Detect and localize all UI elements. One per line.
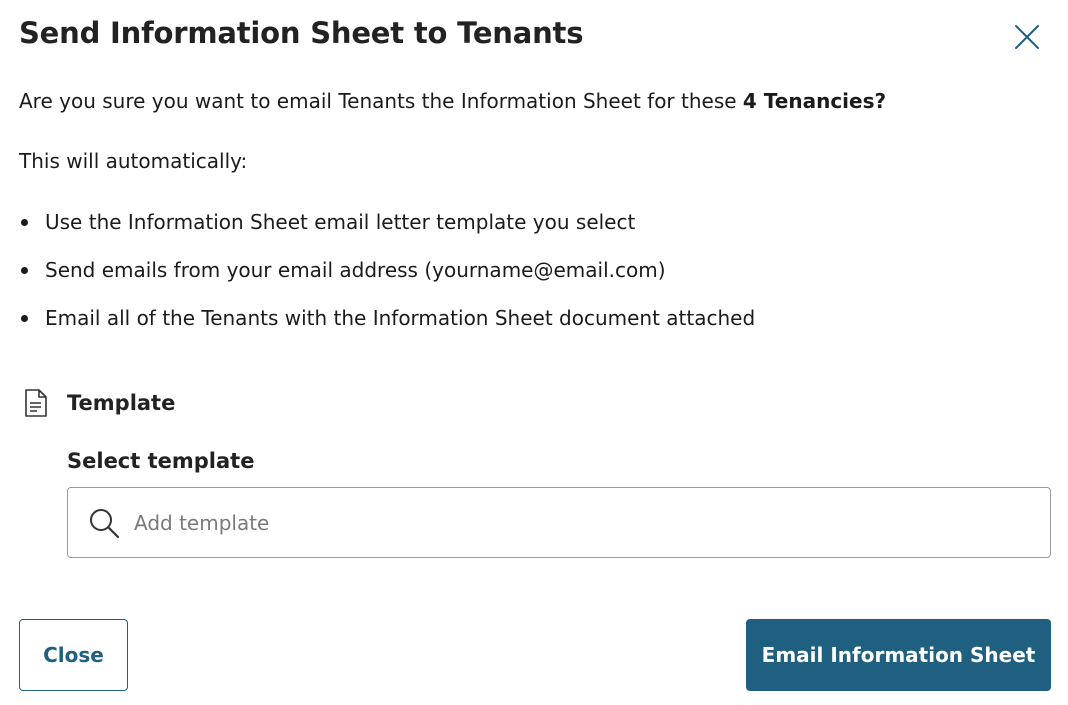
dialog-title: Send Information Sheet to Tenants [19,16,584,50]
send-information-sheet-dialog: Send Information Sheet to Tenants Are yo… [0,0,1068,705]
confirmation-text: Are you sure you want to email Tenants t… [19,89,743,113]
email-information-sheet-button[interactable]: Email Information Sheet [746,619,1051,691]
automatic-actions-list: Use the Information Sheet email letter t… [19,208,755,352]
close-icon [1015,25,1039,49]
select-template-label: Select template [67,449,255,473]
list-item: Email all of the Tenants with the Inform… [19,304,755,352]
search-icon [90,508,120,538]
list-item-text: Email all of the Tenants with the Inform… [45,306,756,330]
confirmation-message: Are you sure you want to email Tenants t… [19,89,886,113]
list-item-text: Use the Information Sheet email letter t… [45,210,636,234]
template-search-input[interactable] [134,510,1014,535]
bullet-icon [21,315,28,322]
automatic-actions-intro: This will automatically: [19,149,248,173]
close-button[interactable]: Close [19,619,128,691]
document-icon [25,389,47,417]
list-item: Send emails from your email address (you… [19,256,755,304]
template-search-field[interactable] [67,487,1051,558]
bullet-icon [21,267,28,274]
bullet-icon [21,219,28,226]
close-dialog-button[interactable] [1010,20,1044,54]
list-item: Use the Information Sheet email letter t… [19,208,755,256]
list-item-text: Send emails from your email address (you… [45,258,666,282]
tenancy-count: 4 Tenancies? [742,89,887,113]
template-section-header: Template [24,388,175,418]
template-section-title: Template [67,391,176,415]
